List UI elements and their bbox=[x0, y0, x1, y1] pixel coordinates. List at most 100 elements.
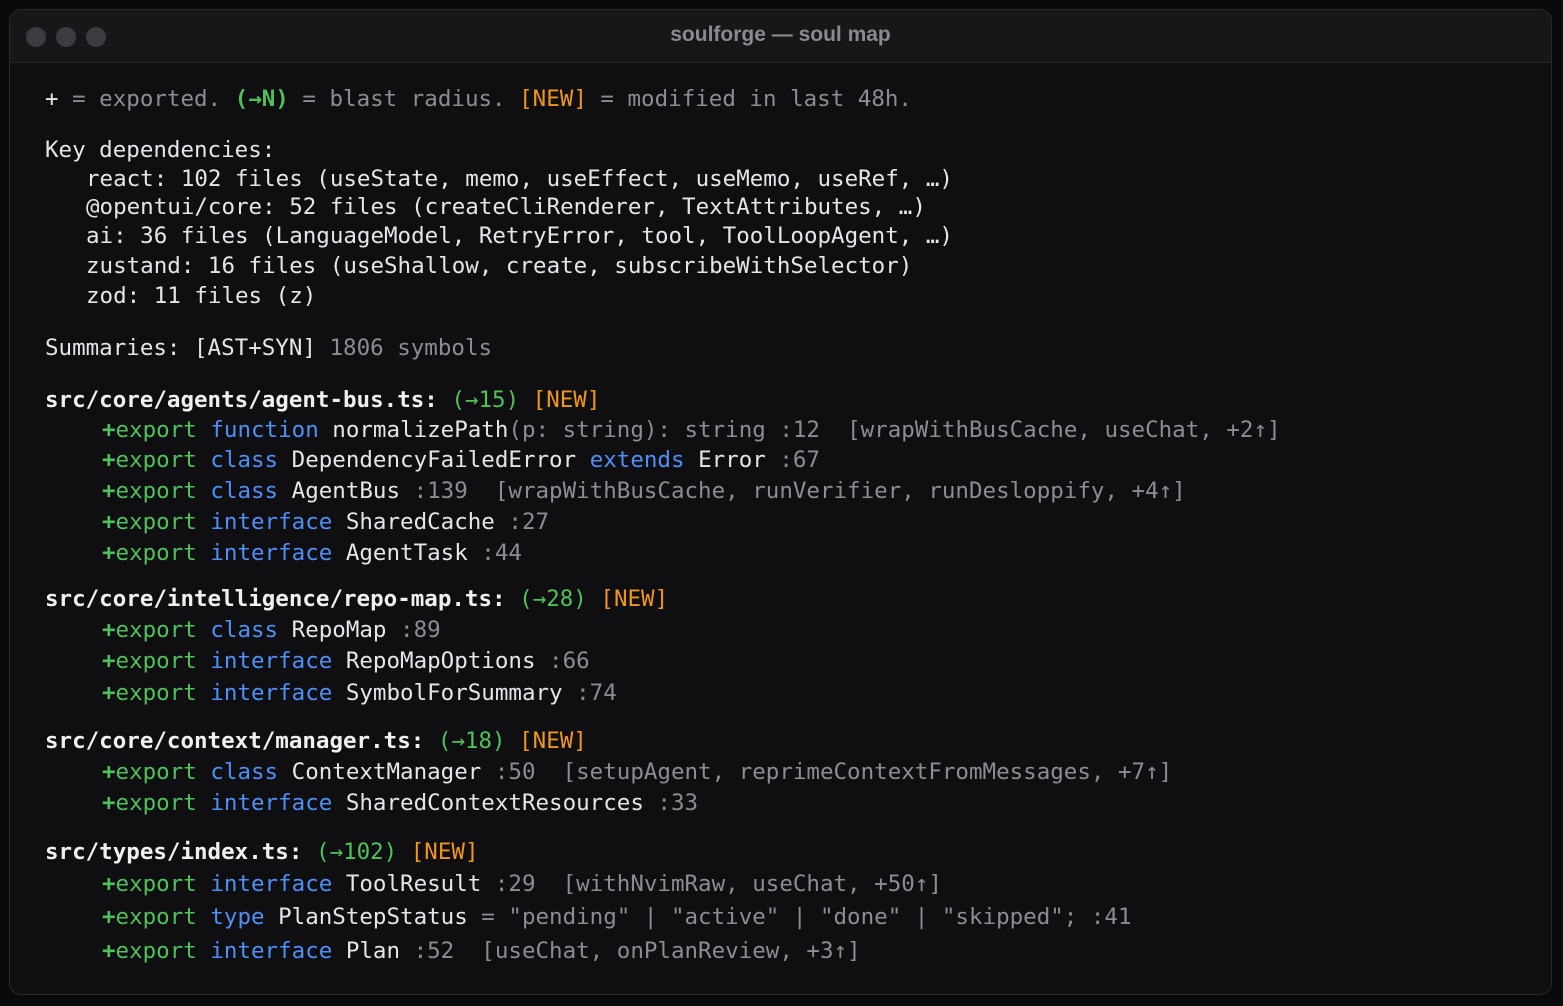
line-number: :50 bbox=[481, 759, 536, 785]
symbol-row: +export interface Plan :52 [useChat, onP… bbox=[102, 937, 861, 965]
dep-item: ai: 36 files (LanguageModel, RetryError,… bbox=[86, 223, 953, 249]
symbol-name[interactable]: SymbolForSummary bbox=[346, 680, 563, 706]
export-keyword: export bbox=[115, 938, 197, 964]
export-keyword: export bbox=[115, 447, 197, 473]
line-number: :29 bbox=[481, 871, 536, 897]
line-number: :44 bbox=[467, 540, 522, 566]
dep-item: zod: 11 files (z) bbox=[86, 283, 317, 309]
references: [withNvimRaw, useChat, +50↑] bbox=[535, 871, 942, 897]
line-number: :12 bbox=[765, 417, 820, 443]
symbol-name[interactable]: ToolResult bbox=[346, 871, 481, 897]
kind-keyword: class bbox=[210, 617, 279, 643]
symbol-signature: Error bbox=[698, 447, 766, 473]
legend-radius-text: = blast radius. bbox=[288, 86, 520, 112]
line-number: :139 bbox=[400, 478, 468, 504]
symbol-signature: (p: string): string bbox=[508, 417, 766, 443]
kind-keyword: interface bbox=[210, 680, 333, 706]
file-header: src/core/agents/agent-bus.ts: (→15) [NEW… bbox=[45, 386, 600, 414]
blast-radius: (→28) bbox=[519, 586, 587, 612]
file-path[interactable]: src/types/index.ts: bbox=[45, 839, 302, 865]
kind-keyword: class bbox=[210, 447, 279, 473]
symbol-name[interactable]: PlanStepStatus bbox=[278, 904, 468, 930]
line-number: :66 bbox=[535, 648, 590, 674]
symbol-name[interactable]: RepoMapOptions bbox=[346, 648, 536, 674]
kind-keyword: interface bbox=[210, 540, 333, 566]
line-number: :27 bbox=[494, 509, 550, 535]
file-path[interactable]: src/core/context/manager.ts: bbox=[45, 728, 424, 754]
line-number: :89 bbox=[386, 617, 441, 643]
new-badge: [NEW] bbox=[519, 728, 587, 754]
terminal-window: soulforge — soul map + = exported. (→N) … bbox=[9, 9, 1552, 995]
export-plus: + bbox=[102, 478, 116, 504]
symbol-name[interactable]: AgentTask bbox=[346, 540, 468, 566]
dep-item: react: 102 files (useState, memo, useEff… bbox=[86, 166, 953, 192]
symbol-name[interactable]: SharedCache bbox=[346, 509, 495, 535]
export-plus: + bbox=[102, 509, 116, 535]
new-badge: [NEW] bbox=[532, 387, 601, 413]
legend-plus: + bbox=[45, 86, 59, 112]
kind-keyword: interface bbox=[210, 509, 333, 535]
symbol-name[interactable]: ContextManager bbox=[292, 759, 482, 785]
symbol-name[interactable]: SharedContextResources bbox=[346, 790, 644, 816]
kind-keyword: class bbox=[210, 478, 279, 504]
symbol-row: +export interface RepoMapOptions :66 bbox=[102, 647, 590, 675]
export-plus: + bbox=[102, 617, 116, 643]
export-plus: + bbox=[102, 447, 116, 473]
export-keyword: export bbox=[115, 790, 197, 816]
export-plus: + bbox=[102, 904, 116, 930]
symbol-row: +export interface AgentTask :44 bbox=[102, 539, 522, 567]
file-path[interactable]: src/core/agents/agent-bus.ts: bbox=[45, 387, 438, 413]
export-keyword: export bbox=[115, 904, 197, 930]
export-keyword: export bbox=[115, 759, 197, 785]
legend-exported-text: = exported. bbox=[58, 86, 235, 112]
file-header: src/types/index.ts: (→102) [NEW] bbox=[45, 838, 479, 866]
symbol-name[interactable]: Plan bbox=[346, 938, 400, 964]
symbol-row: +export interface SharedContextResources… bbox=[102, 789, 698, 817]
file-header: src/core/intelligence/repo-map.ts: (→28)… bbox=[45, 585, 668, 613]
export-keyword: export bbox=[115, 509, 197, 535]
new-badge: [NEW] bbox=[410, 839, 479, 865]
summaries-label: Summaries: [AST+SYN] bbox=[45, 335, 316, 361]
symbol-row: +export class AgentBus :139 [wrapWithBus… bbox=[102, 477, 1186, 505]
kind-keyword: interface bbox=[210, 648, 333, 674]
window-title: soulforge — soul map bbox=[670, 23, 891, 46]
export-plus: + bbox=[102, 648, 116, 674]
symbol-row: +export class RepoMap :89 bbox=[102, 616, 441, 644]
dep-item: @opentui/core: 52 files (createCliRender… bbox=[86, 194, 926, 220]
symbol-row: +export interface SymbolForSummary :74 bbox=[102, 679, 617, 707]
kind-keyword: class bbox=[210, 759, 279, 785]
file-header: src/core/context/manager.ts: (→18) [NEW] bbox=[45, 727, 587, 755]
references: [useChat, onPlanReview, +3↑] bbox=[454, 938, 861, 964]
kind-keyword: interface bbox=[210, 790, 333, 816]
symbol-row: +export interface ToolResult :29 [withNv… bbox=[102, 870, 942, 898]
symbol-row: +export class DependencyFailedError exte… bbox=[102, 446, 820, 474]
symbol-name[interactable]: AgentBus bbox=[292, 478, 400, 504]
deps-heading: Key dependencies: bbox=[45, 137, 276, 163]
symbol-name[interactable]: RepoMap bbox=[292, 617, 387, 643]
kind-keyword: type bbox=[210, 904, 265, 930]
line-number: :33 bbox=[643, 790, 699, 816]
symbol-name[interactable]: DependencyFailedError bbox=[292, 447, 576, 473]
export-plus: + bbox=[102, 680, 116, 706]
references: [wrapWithBusCache, runVerifier, runDeslo… bbox=[467, 478, 1186, 504]
summaries-line: Summaries: [AST+SYN] 1806 symbols bbox=[45, 334, 492, 362]
symbol-name[interactable]: normalizePath bbox=[332, 417, 508, 443]
export-plus: + bbox=[102, 938, 116, 964]
summaries-count: 1806 symbols bbox=[315, 335, 493, 361]
dep-item: zustand: 16 files (useShallow, create, s… bbox=[86, 253, 913, 279]
extends-keyword: extends bbox=[589, 447, 685, 473]
export-keyword: export bbox=[115, 680, 197, 706]
legend-line: + = exported. (→N) = blast radius. [NEW]… bbox=[45, 85, 912, 113]
line-number: :41 bbox=[1077, 904, 1132, 930]
export-plus: + bbox=[102, 540, 116, 566]
symbol-row: +export type PlanStepStatus = "pending" … bbox=[102, 903, 1132, 931]
symbol-row: +export class ContextManager :50 [setupA… bbox=[102, 758, 1172, 786]
kind-keyword: interface bbox=[210, 871, 333, 897]
legend-radius: (→N) bbox=[234, 86, 289, 112]
new-badge: [NEW] bbox=[600, 586, 669, 612]
symbol-signature: = "pending" | "active" | "done" | "skipp… bbox=[467, 904, 1078, 930]
references: [wrapWithBusCache, useChat, +2↑] bbox=[819, 417, 1281, 443]
file-path[interactable]: src/core/intelligence/repo-map.ts: bbox=[45, 586, 506, 612]
line-number: :67 bbox=[765, 447, 820, 473]
legend-new-text: = modified in last 48h. bbox=[586, 86, 912, 112]
